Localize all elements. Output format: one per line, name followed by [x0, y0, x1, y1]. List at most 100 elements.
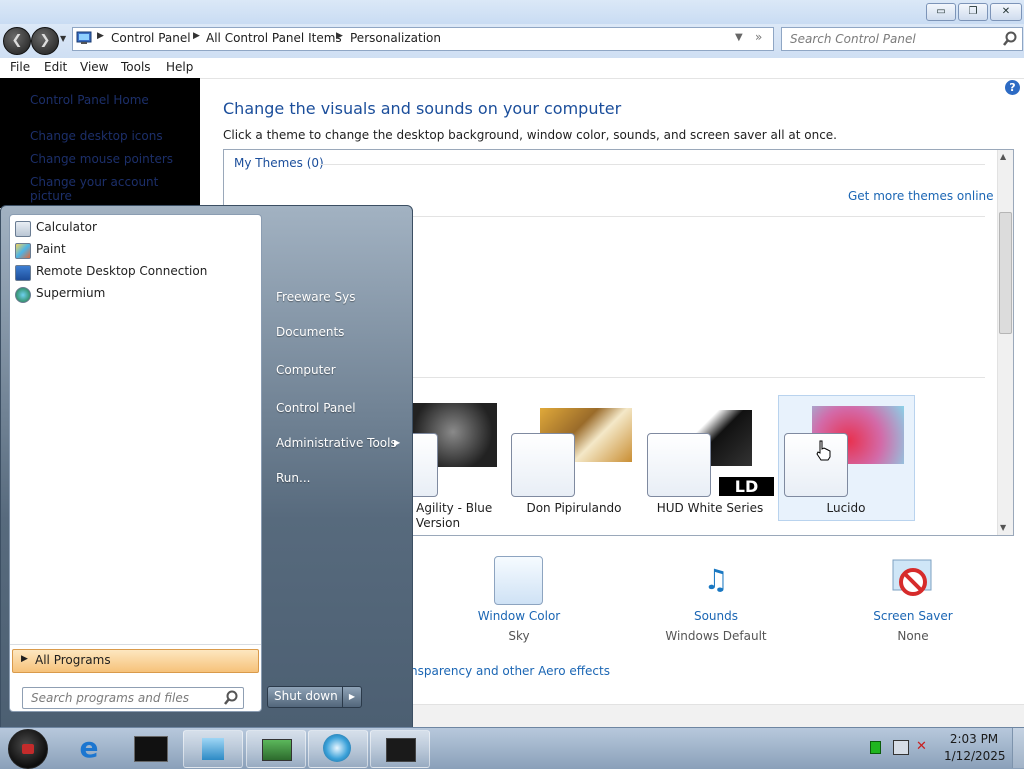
page-subtitle: Click a theme to change the desktop back…: [223, 128, 837, 142]
taskbar-app-button[interactable]: [370, 730, 430, 768]
screen-saver-value: None: [897, 629, 929, 643]
supermium-icon: [15, 287, 31, 303]
screen-saver-link[interactable]: Screen Saver: [853, 609, 973, 623]
search-icon[interactable]: [1002, 31, 1018, 47]
start-item-administrative-tools[interactable]: Administrative Tools: [276, 436, 397, 450]
supermium-taskbar-icon: [323, 734, 351, 762]
window-color-link[interactable]: Window Color: [459, 609, 579, 623]
show-desktop-button[interactable]: [1012, 728, 1024, 768]
title-bar: ▭ ❐ ✕: [0, 0, 1024, 24]
start-search-box[interactable]: Search programs and files: [22, 687, 244, 709]
my-themes-header: My Themes (0): [234, 156, 324, 170]
calculator-icon: [15, 221, 31, 237]
menu-view[interactable]: View: [80, 60, 108, 74]
control-panel-home-link[interactable]: Control Panel Home: [30, 93, 149, 107]
refresh-icon[interactable]: »: [755, 30, 762, 44]
all-programs-button[interactable]: ▶ All Programs: [12, 649, 259, 673]
breadcrumb-control-panel[interactable]: Control Panel: [111, 31, 191, 45]
internet-explorer-icon[interactable]: e: [72, 732, 106, 764]
clock-time[interactable]: 2:03 PM: [944, 732, 1004, 746]
submenu-arrow-icon: ▶: [394, 438, 401, 447]
status-strip: [411, 704, 1024, 728]
sounds-icon[interactable]: ♫: [690, 556, 742, 604]
start-orb-logo: [22, 744, 34, 754]
divider: [320, 164, 985, 165]
app-icon: [202, 738, 224, 760]
theme-don-pipirulando-thumbnail[interactable]: [511, 433, 575, 497]
recent-pages-icon[interactable]: ▼: [60, 34, 66, 43]
menu-tools[interactable]: Tools: [121, 60, 151, 74]
start-item-documents[interactable]: Documents: [276, 325, 344, 339]
clock-date[interactable]: 1/12/2025: [944, 749, 1006, 763]
start-orb-icon[interactable]: [8, 729, 48, 769]
left-navigation: Control Panel Home Change desktop icons …: [0, 78, 200, 208]
terminal-icon[interactable]: [134, 736, 168, 762]
breadcrumb-separator-icon: ▶: [336, 31, 343, 41]
breadcrumb-separator-icon: ▶: [193, 31, 200, 41]
search-box[interactable]: Search Control Panel: [781, 27, 1023, 51]
action-center-icon[interactable]: [893, 740, 909, 755]
sounds-link[interactable]: Sounds: [656, 609, 776, 623]
taskbar-app-button[interactable]: [308, 730, 368, 768]
sounds-value: Windows Default: [665, 629, 767, 643]
start-item-run[interactable]: Run...: [276, 471, 310, 485]
shutdown-button[interactable]: Shut down ▶: [267, 686, 362, 708]
window-color-value: Sky: [508, 629, 530, 643]
address-dropdown-icon[interactable]: ▼: [735, 32, 743, 43]
theme-list-scrollbar[interactable]: ▲ ▼: [997, 150, 1013, 535]
window-color-icon[interactable]: [494, 556, 543, 605]
taskbar-app-button[interactable]: [183, 730, 243, 768]
restore-button[interactable]: ❐: [958, 3, 988, 21]
address-row: ❮ ❯ ▼ ▶ Control Panel ▶ All Control Pane…: [0, 24, 1024, 58]
screen-saver-icon[interactable]: [889, 556, 937, 604]
volume-muted-icon[interactable]: ✕: [916, 739, 927, 754]
change-desktop-icons-link[interactable]: Change desktop icons: [30, 129, 163, 143]
theme-hud-white-thumbnail[interactable]: [647, 433, 711, 497]
remote-desktop-icon: [15, 265, 31, 281]
start-item-control-panel[interactable]: Control Panel: [276, 401, 356, 415]
theme-hud-white-name[interactable]: HUD White Series: [650, 501, 770, 515]
start-item-freeware-sys[interactable]: Freeware Sys: [276, 290, 355, 304]
minimize-button[interactable]: ▭: [926, 3, 956, 21]
taskbar: e ✕ 2:03 PM 1/12/2025: [0, 727, 1024, 769]
address-bar[interactable]: ▶ Control Panel ▶ All Control Panel Item…: [72, 27, 774, 51]
aero-effects-link[interactable]: nsparency and other Aero effects: [410, 664, 610, 678]
hud-logo-badge: LD: [718, 476, 775, 497]
menu-file[interactable]: File: [10, 60, 30, 74]
program-remote-desktop[interactable]: Remote Desktop Connection: [36, 264, 207, 278]
paint-icon: [15, 243, 31, 259]
menu-edit[interactable]: Edit: [44, 60, 67, 74]
start-search-placeholder: Search programs and files: [31, 691, 189, 705]
theme-lucido-name[interactable]: Lucido: [786, 501, 906, 515]
menu-bar: File Edit View Tools Help: [0, 58, 1024, 79]
divider: [10, 644, 261, 645]
app-icon: [386, 738, 416, 762]
scroll-up-icon[interactable]: ▲: [1000, 152, 1006, 161]
get-more-themes-link[interactable]: Get more themes online: [848, 189, 994, 203]
all-programs-label: All Programs: [35, 653, 111, 667]
menu-help[interactable]: Help: [166, 60, 193, 74]
search-icon[interactable]: [223, 690, 239, 706]
program-paint[interactable]: Paint: [36, 242, 66, 256]
theme-don-pipirulando-name[interactable]: Don Pipirulando: [514, 501, 634, 515]
all-programs-arrow-icon: ▶: [21, 654, 28, 664]
program-calculator[interactable]: Calculator: [36, 220, 97, 234]
scroll-down-icon[interactable]: ▼: [1000, 523, 1006, 532]
network-status-icon[interactable]: [870, 741, 881, 754]
shutdown-options-icon[interactable]: ▶: [342, 687, 361, 707]
change-mouse-pointers-link[interactable]: Change mouse pointers: [30, 152, 173, 166]
scrollbar-thumb[interactable]: [999, 212, 1012, 334]
hand-cursor-icon: [816, 440, 831, 461]
breadcrumb-all-items[interactable]: All Control Panel Items: [206, 31, 342, 45]
shutdown-label: Shut down: [274, 689, 338, 703]
forward-button[interactable]: ❯: [31, 27, 59, 55]
breadcrumb-personalization[interactable]: Personalization: [350, 31, 441, 45]
breadcrumb-separator-icon: ▶: [97, 31, 104, 41]
program-supermium[interactable]: Supermium: [36, 286, 105, 300]
taskbar-app-button[interactable]: [246, 730, 306, 768]
start-item-computer[interactable]: Computer: [276, 363, 336, 377]
change-account-picture-link[interactable]: Change your account picture: [30, 175, 200, 203]
back-button[interactable]: ❮: [3, 27, 31, 55]
close-button[interactable]: ✕: [990, 3, 1022, 21]
help-icon[interactable]: ?: [1005, 80, 1020, 95]
